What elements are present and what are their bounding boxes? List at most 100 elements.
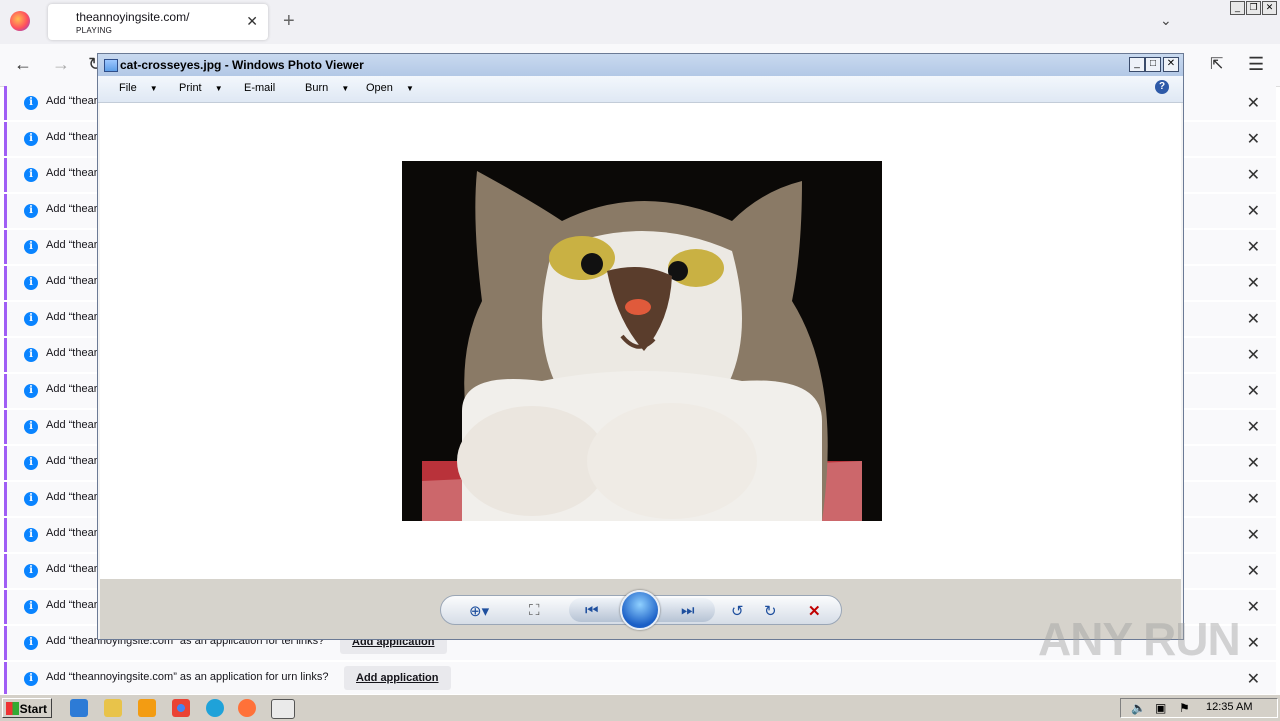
edge-icon[interactable] — [206, 699, 224, 717]
photo-viewer-title: cat-crosseyes.jpg - Windows Photo Viewer — [120, 58, 364, 72]
pv-maximize-icon[interactable]: □ — [1145, 57, 1161, 72]
windows-flag-icon — [6, 702, 19, 715]
pv-minimize-icon[interactable]: _ — [1129, 57, 1145, 72]
menu-print[interactable]: Print ▼ — [179, 82, 223, 94]
menu-burn-label: Burn — [305, 82, 329, 94]
notification-text: Add “thear — [46, 203, 98, 215]
photo-viewer-taskbar-icon[interactable] — [271, 699, 295, 719]
minimize-icon[interactable]: _ — [1230, 1, 1245, 15]
close-notification-icon[interactable]: ✕ — [1247, 489, 1260, 509]
volume-icon[interactable]: 🔈 — [1131, 701, 1146, 715]
next-icon[interactable]: ⏭ — [681, 602, 695, 619]
notification-text: Add “thear — [46, 599, 98, 611]
info-icon: i — [24, 672, 38, 686]
notification-text: Add “thear — [46, 167, 98, 179]
menu-email[interactable]: E-mail — [244, 82, 275, 94]
new-tab-button[interactable]: + — [283, 10, 295, 33]
controls-pill: ⊕▾ ⛶ ⏮ ⏭ ↺ ↻ ✕ — [440, 590, 842, 630]
close-notification-icon[interactable]: ✕ — [1247, 453, 1260, 473]
taskbar: Start 🔈 ▣ ⚑ 12:35 AM — [0, 694, 1280, 721]
previous-icon[interactable]: ⏮ — [585, 602, 599, 619]
chrome-icon[interactable] — [172, 699, 190, 717]
info-icon: i — [24, 384, 38, 398]
add-application-button[interactable]: Add application — [344, 666, 451, 690]
rotate-clockwise-icon[interactable]: ↻ — [764, 602, 777, 620]
extensions-icon[interactable]: ⇱ — [1210, 54, 1223, 74]
tab-close-icon[interactable]: ✕ — [246, 13, 258, 30]
info-icon: i — [24, 528, 38, 542]
notification-text: Add “thear — [46, 311, 98, 323]
photo-viewer-app-icon — [104, 59, 118, 72]
zoom-icon[interactable]: ⊕▾ — [469, 602, 489, 620]
help-icon[interactable]: ? — [1155, 80, 1169, 94]
notification-text: Add “thear — [46, 347, 98, 359]
photo-viewer-titlebar[interactable]: cat-crosseyes.jpg - Windows Photo Viewer… — [98, 54, 1183, 76]
photo-canvas — [100, 103, 1181, 579]
close-notification-icon[interactable]: ✕ — [1247, 309, 1260, 329]
close-notification-icon[interactable]: ✕ — [1247, 237, 1260, 257]
menu-print-label: Print — [179, 82, 202, 94]
close-notification-icon[interactable]: ✕ — [1247, 129, 1260, 149]
chevron-down-icon: ▼ — [149, 84, 158, 93]
close-icon[interactable]: ✕ — [1262, 1, 1277, 15]
media-player-icon[interactable] — [138, 699, 156, 717]
info-icon: i — [24, 276, 38, 290]
explorer-folder-icon[interactable] — [104, 699, 122, 717]
chevron-down-icon: ▼ — [214, 84, 223, 93]
close-notification-icon[interactable]: ✕ — [1247, 597, 1260, 617]
info-icon: i — [24, 168, 38, 182]
forward-arrow-icon[interactable]: → — [52, 54, 70, 75]
internet-explorer-icon[interactable] — [70, 699, 88, 717]
notification-text: Add “thear — [46, 563, 98, 575]
menu-burn[interactable]: Burn ▼ — [305, 82, 349, 94]
menu-open[interactable]: Open ▼ — [366, 82, 414, 94]
menu-file-label: File — [119, 82, 137, 94]
start-button[interactable]: Start — [2, 698, 52, 718]
info-icon: i — [24, 312, 38, 326]
close-notification-icon[interactable]: ✕ — [1247, 201, 1260, 221]
close-notification-icon[interactable]: ✕ — [1247, 561, 1260, 581]
photo-viewer-window: cat-crosseyes.jpg - Windows Photo Viewer… — [97, 53, 1184, 640]
rotate-counterclockwise-icon[interactable]: ↺ — [731, 602, 744, 620]
close-notification-icon[interactable]: ✕ — [1247, 381, 1260, 401]
info-icon: i — [24, 348, 38, 362]
info-icon: i — [24, 240, 38, 254]
app-menu-icon[interactable]: ☰ — [1248, 54, 1264, 75]
browser-tab-strip: theannoyingsite.com/ PLAYING ✕ + ⌄ _ ❐ ✕ — [0, 0, 1280, 44]
actual-size-icon[interactable]: ⛶ — [529, 602, 540, 619]
chevron-down-icon: ▼ — [341, 84, 350, 93]
list-all-tabs-chevron-icon[interactable]: ⌄ — [1160, 12, 1172, 29]
close-notification-icon[interactable]: ✕ — [1247, 633, 1260, 653]
close-notification-icon[interactable]: ✕ — [1247, 417, 1260, 437]
photo-viewer-menubar: File ▼ Print ▼ E-mail Burn ▼ Open ▼ ? — [98, 76, 1183, 103]
tab-playing-status: PLAYING — [76, 26, 113, 35]
flag-icon[interactable]: ⚑ — [1179, 701, 1190, 715]
firefox-taskbar-icon[interactable] — [238, 699, 256, 717]
delete-icon[interactable]: ✕ — [808, 602, 821, 620]
close-notification-icon[interactable]: ✕ — [1247, 93, 1260, 113]
close-notification-icon[interactable]: ✕ — [1247, 273, 1260, 293]
info-icon: i — [24, 492, 38, 506]
close-notification-icon[interactable]: ✕ — [1247, 165, 1260, 185]
notification-text: Add “thear — [46, 95, 98, 107]
slideshow-button[interactable] — [620, 590, 660, 630]
firefox-logo-icon[interactable] — [10, 11, 30, 31]
chevron-down-icon: ▼ — [405, 84, 414, 93]
restore-icon[interactable]: ❐ — [1246, 1, 1261, 15]
menu-file[interactable]: File ▼ — [119, 82, 158, 94]
browser-tab[interactable]: theannoyingsite.com/ PLAYING ✕ — [48, 4, 268, 40]
network-icon[interactable]: ▣ — [1155, 701, 1166, 715]
cat-photo — [402, 161, 882, 521]
notification-text: Add “thear — [46, 131, 98, 143]
info-icon: i — [24, 132, 38, 146]
close-notification-icon[interactable]: ✕ — [1247, 345, 1260, 365]
close-notification-icon[interactable]: ✕ — [1247, 525, 1260, 545]
notification-text: Add “thear — [46, 491, 98, 503]
info-icon: i — [24, 600, 38, 614]
back-arrow-icon[interactable]: ← — [14, 54, 32, 75]
close-notification-icon[interactable]: ✕ — [1247, 669, 1260, 689]
info-icon: i — [24, 420, 38, 434]
pv-close-icon[interactable]: ✕ — [1163, 57, 1179, 72]
cat-photo-image — [402, 161, 882, 521]
start-label: Start — [19, 702, 47, 716]
